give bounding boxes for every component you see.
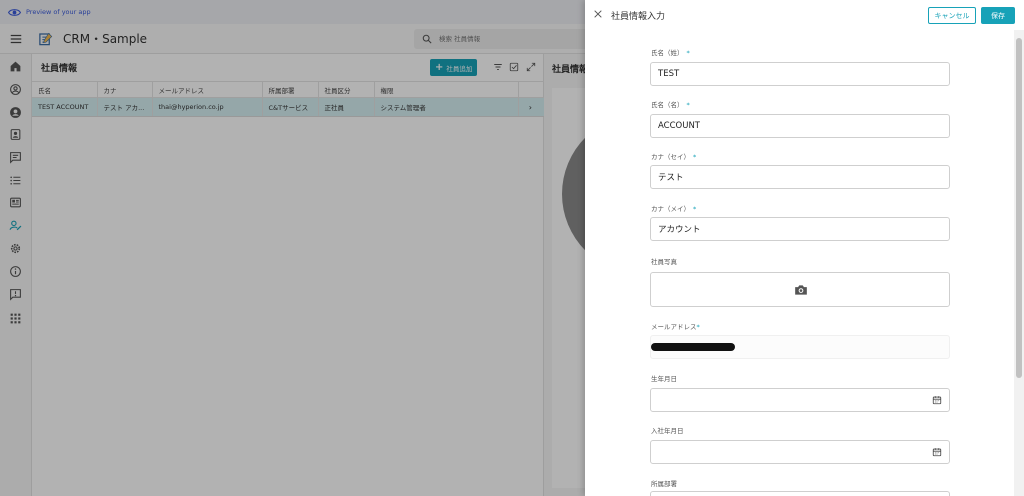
required-mark: * [696, 323, 700, 331]
scrollbar-thumb[interactable] [1016, 38, 1022, 378]
photo-label: 社員写真 [651, 258, 677, 266]
drawer-title: 社員情報入力 [611, 12, 666, 22]
email-label-text: メールアドレス [651, 323, 697, 331]
kana-first-label: カナ（メイ） * [651, 203, 696, 213]
drawer-scrollbar[interactable] [1014, 30, 1024, 496]
last-name-field[interactable] [650, 62, 950, 86]
first-name-field[interactable] [650, 114, 950, 138]
kana-first-label-text: カナ（メイ） [651, 205, 690, 213]
birth-date-label: 生年月日 [651, 375, 677, 383]
drawer-header: 社員情報入力 キャンセル 保存 [585, 0, 1024, 30]
photo-upload-box[interactable] [650, 272, 950, 307]
hire-date-field[interactable] [650, 440, 950, 464]
first-name-label-text: 氏名（名） [651, 101, 684, 109]
cancel-button[interactable]: キャンセル [928, 7, 976, 24]
kana-first-field[interactable] [650, 217, 950, 241]
last-name-label-text: 氏名（姓） [651, 49, 684, 57]
required-mark: * [693, 205, 697, 213]
close-icon[interactable] [593, 9, 603, 19]
kana-last-label: カナ（セイ） * [651, 151, 696, 161]
calendar-icon[interactable] [932, 395, 942, 405]
birth-date-field[interactable] [650, 388, 950, 412]
kana-last-label-text: カナ（セイ） [651, 153, 690, 161]
last-name-label: 氏名（姓） * [651, 47, 690, 57]
hire-date-label: 入社年月日 [651, 427, 684, 435]
kana-last-field[interactable] [650, 165, 950, 189]
redacted-email-value [651, 343, 735, 351]
required-mark: * [686, 49, 690, 57]
camera-icon[interactable] [794, 284, 808, 296]
save-button[interactable]: 保存 [981, 7, 1015, 24]
department-field[interactable] [650, 491, 950, 496]
required-mark: * [686, 101, 690, 109]
modal-backdrop[interactable] [0, 0, 585, 496]
calendar-icon[interactable] [932, 447, 942, 457]
department-label: 所属部署 [651, 480, 677, 488]
first-name-label: 氏名（名） * [651, 99, 690, 109]
required-mark: * [693, 153, 697, 161]
email-label: メールアドレス* [651, 321, 700, 331]
